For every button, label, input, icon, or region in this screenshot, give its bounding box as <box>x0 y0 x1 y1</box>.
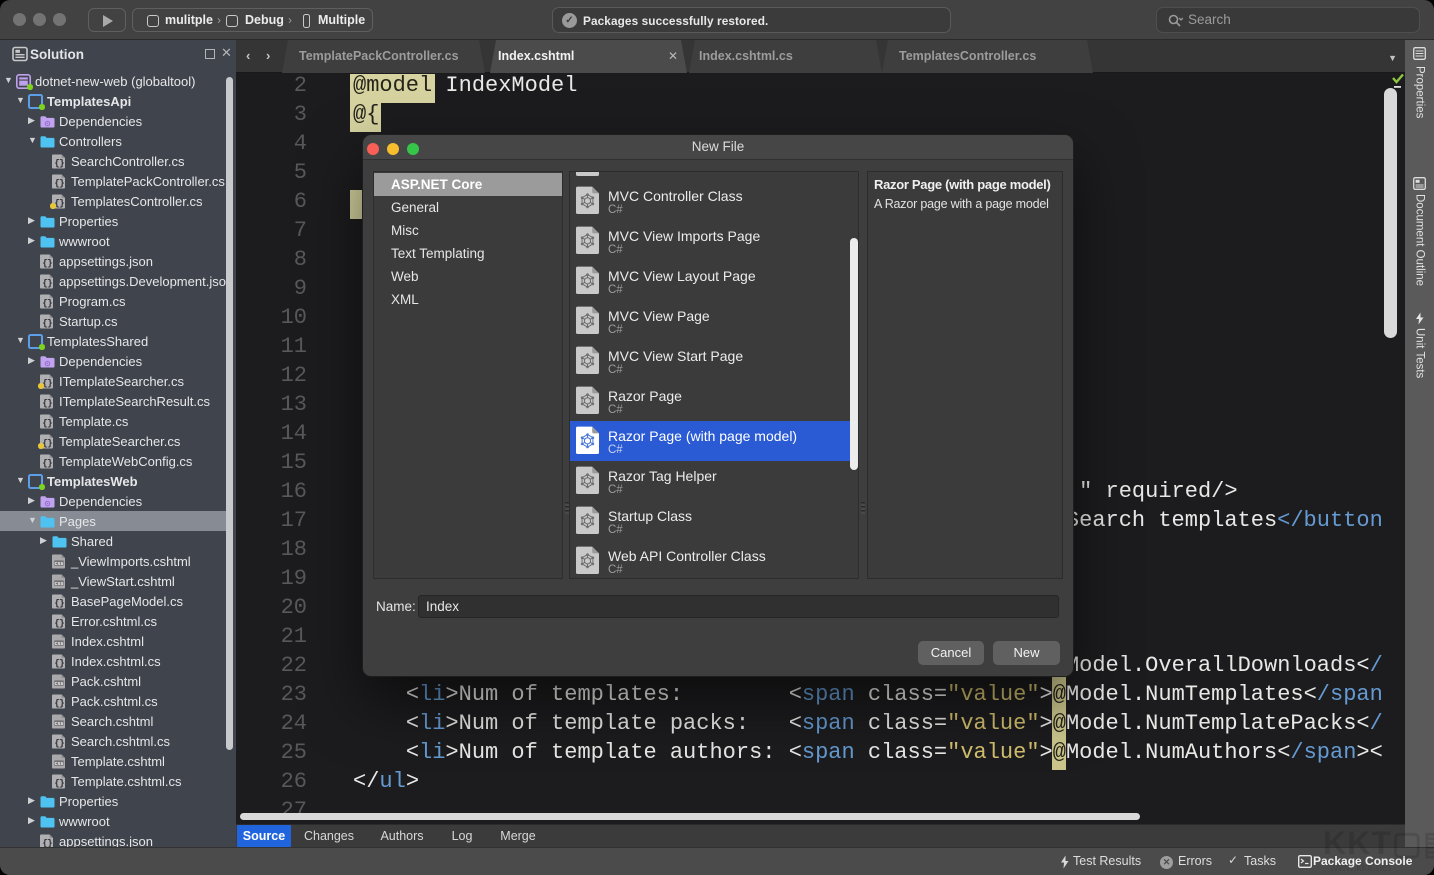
svg-text:css: css <box>55 761 64 767</box>
svg-text:{}: {} <box>42 397 52 408</box>
svg-text:{}: {} <box>42 317 52 328</box>
svg-text:css: css <box>55 561 64 567</box>
svg-text:{}: {} <box>54 177 64 188</box>
svg-text:css: css <box>55 721 64 727</box>
svg-text:{}: {} <box>42 417 52 428</box>
svg-text:{}: {} <box>42 297 52 308</box>
svg-text:css: css <box>55 641 64 647</box>
svg-text:{}: {} <box>54 597 64 608</box>
svg-text:{}: {} <box>54 657 64 668</box>
svg-text:{}: {} <box>54 157 64 168</box>
svg-text:{}: {} <box>42 377 52 388</box>
svg-text:{}: {} <box>54 737 64 748</box>
svg-text:{}: {} <box>54 777 64 788</box>
svg-text:{}: {} <box>42 437 52 448</box>
svg-text:{}: {} <box>42 257 52 268</box>
svg-text:{}: {} <box>54 697 64 708</box>
svg-text:{}: {} <box>42 277 52 288</box>
svg-text:{}: {} <box>54 197 64 208</box>
svg-text:css: css <box>55 581 64 587</box>
svg-text:{}: {} <box>42 457 52 468</box>
svg-text:{}: {} <box>54 617 64 628</box>
svg-text:css: css <box>55 681 64 687</box>
